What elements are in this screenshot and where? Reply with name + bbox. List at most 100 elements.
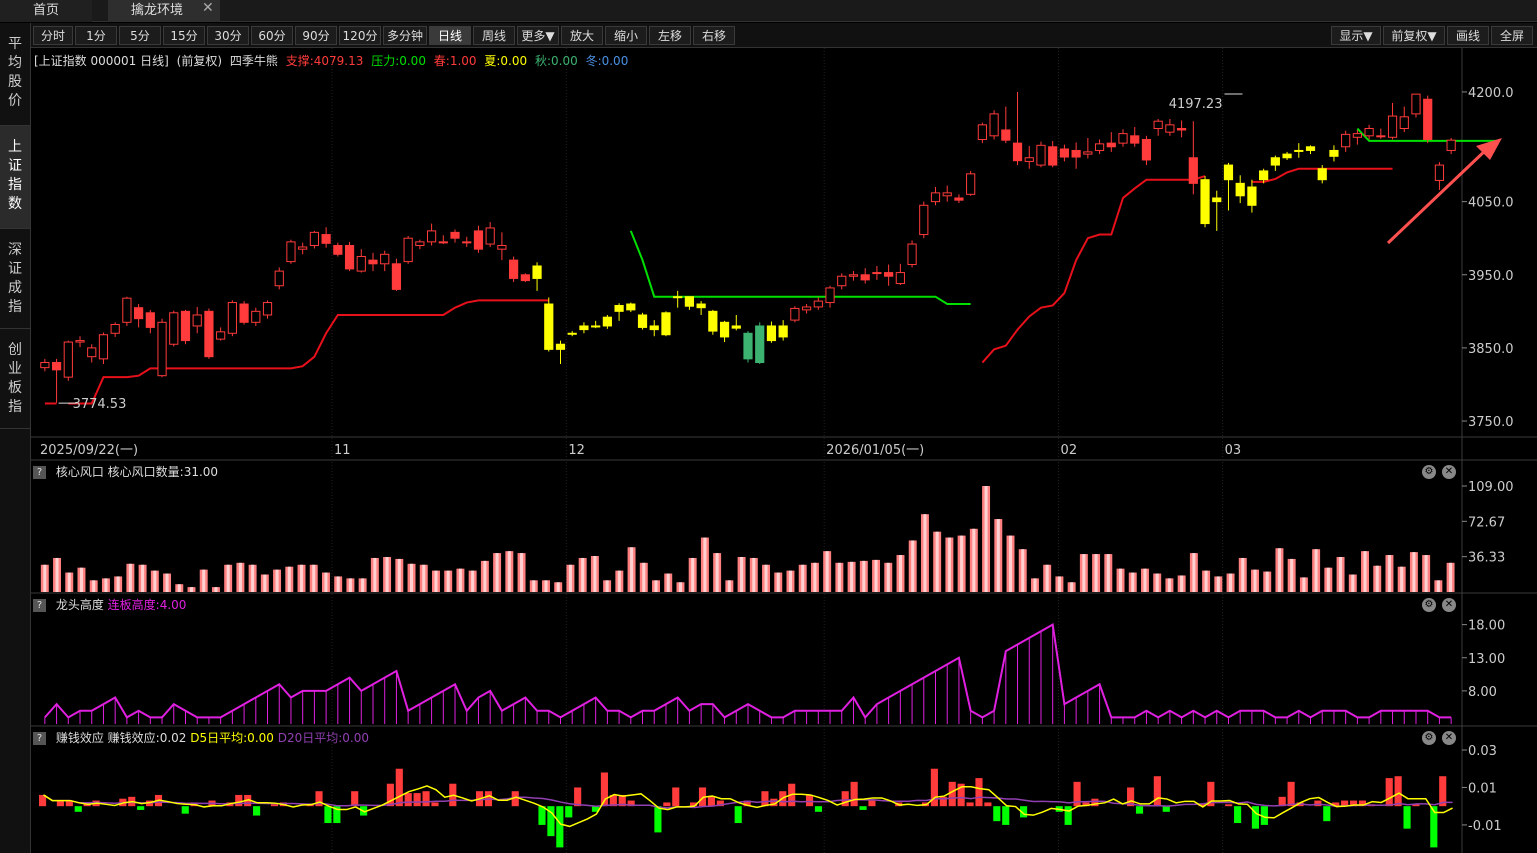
money-effect-bar (663, 802, 671, 807)
candle-body (145, 312, 155, 328)
volume-bar-highlight (520, 553, 524, 592)
candle-body (1036, 144, 1046, 166)
candle-body (1399, 116, 1409, 130)
money-effect-bar (868, 800, 876, 807)
candle-body (286, 241, 296, 263)
candle-body (661, 312, 671, 336)
volume-bar-highlight (703, 537, 707, 592)
support-line-2 (981, 175, 1206, 364)
money-effect-bar (1153, 776, 1161, 807)
volume-bar-highlight (1277, 548, 1281, 592)
money-effect-bar (761, 791, 769, 807)
volume-bar-highlight (128, 563, 132, 592)
volume-bar-highlight (1387, 555, 1391, 592)
volume-bar-highlight (1167, 578, 1171, 592)
candle-body (790, 307, 800, 321)
volume-bar-highlight (324, 572, 328, 592)
volume-bar-highlight (361, 578, 365, 592)
money-effect-bar (574, 787, 582, 807)
candle-body (872, 272, 882, 275)
volume-bar-highlight (1131, 572, 1135, 592)
candle-body (977, 124, 987, 140)
volume-bar-highlight (226, 564, 230, 592)
volume-bar-highlight (1351, 574, 1355, 592)
volume-bar-highlight (923, 514, 927, 592)
candle-body (591, 325, 601, 328)
candle-body (298, 246, 308, 250)
candle-body (1434, 164, 1445, 181)
money-effect-bar (734, 806, 742, 824)
candle-body (462, 241, 472, 244)
volume-bar-highlight (1180, 575, 1184, 592)
money-effect-bar (984, 802, 992, 807)
volume-bar-highlight (483, 560, 487, 592)
volume-bar-highlight (153, 570, 157, 592)
candle-body (907, 243, 917, 266)
volume-bar-highlight (630, 547, 634, 592)
candle-body (497, 245, 507, 250)
money-effect-bar (707, 796, 716, 807)
candle-body (180, 310, 191, 342)
candle-body (227, 302, 237, 334)
volume-bar-highlight (410, 563, 414, 592)
candle-body (509, 259, 519, 279)
money-effect-bar (181, 806, 189, 814)
volume-bar-highlight (837, 562, 841, 592)
candle-body (825, 287, 835, 304)
candle-body (1423, 98, 1433, 140)
candle-body (403, 237, 413, 263)
candle-body (1352, 133, 1362, 138)
money-effect-bar (654, 806, 662, 833)
chart-canvas[interactable]: 4200.0 4050.0 3950.0 3850.0 3750.0 4197.23 377… (0, 0, 1537, 853)
y-tick-label: 3850.0 (1468, 342, 1514, 357)
money-effect-bar (270, 804, 279, 807)
candle-body (169, 312, 179, 345)
candle-body (743, 332, 753, 360)
candle-body (1270, 157, 1280, 166)
volume-bar-highlight (1119, 568, 1123, 592)
candle-body (1235, 182, 1245, 197)
volume-bar-highlight (544, 580, 548, 592)
volume-bar-highlight (165, 573, 169, 592)
volume-bar-highlight (1290, 558, 1294, 592)
volume-bar-highlight (287, 566, 291, 592)
volume-bar-highlight (458, 568, 462, 592)
money-effect-bar (1002, 806, 1010, 825)
y-tick-label: 13.00 (1468, 652, 1505, 667)
candle-body (649, 325, 659, 331)
candle-body (567, 332, 577, 335)
volume-bar-highlight (214, 587, 218, 592)
volume-bar-highlight (1314, 549, 1318, 592)
candle-body (309, 231, 319, 247)
volume-bar-highlight (776, 572, 780, 592)
volume-bar-highlight (898, 555, 903, 592)
candle-body (380, 253, 390, 265)
money-effect-bar (859, 806, 867, 810)
candle-body (942, 192, 952, 197)
y-tick-label: 0.03 (1468, 744, 1497, 759)
money-effect-bar (1234, 806, 1242, 824)
candle-body (579, 325, 589, 331)
money-effect-bar (74, 806, 82, 812)
volume-bar-highlight (1265, 571, 1269, 592)
volume-bar-highlight (642, 562, 646, 592)
candle-body (1177, 128, 1187, 131)
candle-body (954, 197, 964, 201)
candle-body (192, 314, 202, 327)
x-date-label: 11 (334, 443, 351, 458)
volume-bar-highlight (397, 558, 401, 592)
candle-body (614, 304, 624, 312)
money-effect-bar (1225, 804, 1233, 807)
volume-bar-highlight (935, 531, 939, 592)
volume-bar-highlight (532, 580, 536, 592)
candle-body (87, 347, 97, 358)
volume-bar-highlight (1229, 573, 1233, 592)
volume-bar-highlight (947, 537, 951, 592)
candle-body (1059, 148, 1070, 158)
volume-bar-highlight (92, 580, 96, 592)
candle-body (848, 274, 859, 277)
candle-body (1083, 151, 1093, 155)
money-effect-bar (413, 793, 421, 807)
money-effect-bar (672, 787, 680, 807)
money-effect-bar (1394, 776, 1402, 807)
